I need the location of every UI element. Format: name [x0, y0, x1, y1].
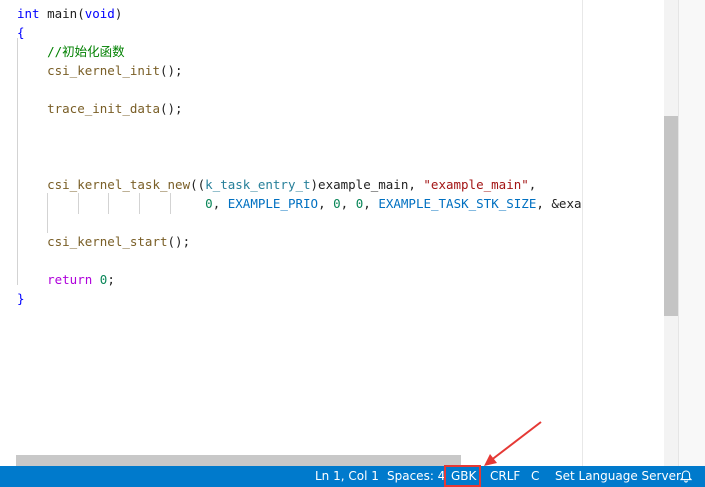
code-token: (); — [160, 101, 183, 116]
code-token: { — [17, 25, 25, 40]
line-ending-selector[interactable]: CRLF — [490, 466, 520, 487]
code-token: void — [84, 6, 115, 21]
code-token: EXAMPLE_TASK_STK_SIZE — [378, 196, 537, 211]
code-line[interactable]: 0, EXAMPLE_PRIO, 0, 0, EXAMPLE_TASK_STK_… — [17, 194, 582, 213]
code-token: csi_kernel_task_new — [17, 177, 191, 192]
code-token: EXAMPLE_PRIO — [227, 196, 319, 211]
language-mode-selector[interactable]: C — [531, 466, 539, 487]
code-token: ; — [107, 272, 115, 287]
code-token: 0 — [205, 196, 213, 211]
code-line[interactable]: int main(void) — [17, 4, 122, 23]
vertical-scrollbar-thumb[interactable] — [664, 116, 678, 316]
code-token: , — [318, 196, 334, 211]
code-line[interactable]: csi_kernel_task_new((k_task_entry_t)exam… — [17, 175, 536, 194]
overview-ruler — [678, 0, 705, 466]
code-token: trace_init_data — [17, 101, 160, 116]
code-token: } — [17, 291, 25, 306]
cursor-position[interactable]: Ln 1, Col 1 — [315, 466, 379, 487]
code-token: , &exa — [536, 196, 582, 211]
horizontal-scrollbar-thumb[interactable] — [16, 455, 461, 466]
code-token: , — [528, 177, 537, 192]
code-token: (( — [190, 177, 206, 192]
code-line[interactable]: csi_kernel_start(); — [17, 232, 190, 251]
code-token: , — [363, 196, 379, 211]
code-editor[interactable]: int main(void){ //初始化函数 csi_kernel_init(… — [0, 0, 582, 466]
code-line[interactable]: { — [17, 23, 25, 42]
code-token: csi_kernel_init — [17, 63, 160, 78]
indentation-setting[interactable]: Spaces: 4 — [387, 466, 445, 487]
code-token: (); — [160, 63, 183, 78]
code-token: k_task_entry_t — [205, 177, 311, 192]
encoding-selector[interactable]: GBK — [451, 466, 476, 487]
code-token: , — [340, 196, 356, 211]
bell-icon[interactable] — [680, 470, 692, 483]
code-token: ) — [114, 6, 123, 21]
code-token: return — [47, 272, 93, 287]
code-line[interactable]: csi_kernel_init(); — [17, 61, 183, 80]
code-token: (); — [167, 234, 191, 249]
annotation-arrow-icon — [484, 421, 542, 466]
editor-window: int main(void){ //初始化函数 csi_kernel_init(… — [0, 0, 705, 487]
code-line[interactable]: } — [17, 289, 25, 308]
code-token: main( — [39, 6, 85, 21]
code-token: , — [212, 196, 228, 211]
code-token: //初始化函数 — [17, 44, 125, 59]
code-token: )example_main, — [310, 177, 424, 192]
code-token: csi_kernel_start — [17, 234, 168, 249]
code-token: 0 — [333, 196, 341, 211]
code-token: int — [17, 6, 40, 21]
code-token: "example_main" — [423, 177, 529, 192]
language-server-button[interactable]: Set Language Server — [555, 466, 681, 487]
minimap[interactable] — [582, 0, 664, 466]
code-line[interactable]: return 0; — [17, 270, 115, 289]
code-line[interactable]: trace_init_data(); — [17, 99, 183, 118]
code-line[interactable]: //初始化函数 — [17, 42, 125, 61]
status-bar: Ln 1, Col 1 Spaces: 4 GBK CRLF C Set Lan… — [0, 466, 705, 487]
